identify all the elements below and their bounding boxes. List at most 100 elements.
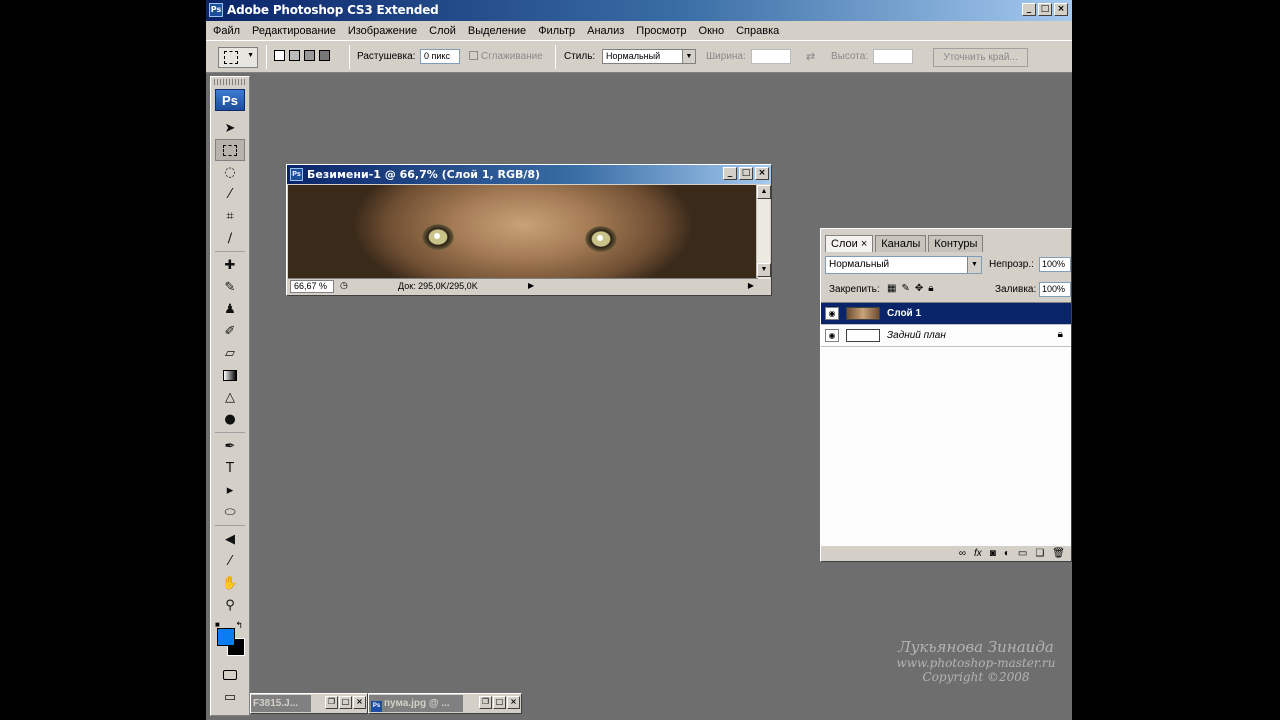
menu-analysis[interactable]: Анализ bbox=[587, 25, 624, 37]
doc-maximize-button[interactable]: □ bbox=[739, 167, 753, 180]
style-select[interactable]: Нормальный ▼ bbox=[602, 49, 696, 64]
gradient-tool-icon[interactable] bbox=[215, 364, 245, 386]
scroll-up-icon[interactable]: ▲ bbox=[757, 185, 771, 199]
menu-image[interactable]: Изображение bbox=[348, 25, 417, 37]
pen-tool-icon[interactable]: ✒ bbox=[215, 435, 245, 457]
lasso-tool-icon[interactable]: ◌ bbox=[215, 161, 245, 183]
zoom-field[interactable]: 66,67 % bbox=[290, 280, 334, 293]
zoom-tool-icon[interactable]: ⚲ bbox=[215, 594, 245, 616]
notes-tool-icon[interactable]: ◀ bbox=[215, 528, 245, 550]
scroll-down-icon[interactable]: ▼ bbox=[757, 263, 771, 277]
close-button[interactable]: × bbox=[353, 696, 366, 709]
foreground-color-swatch[interactable] bbox=[217, 628, 235, 646]
magic-wand-tool-icon[interactable]: ⁄ bbox=[215, 183, 245, 205]
scroll-right-icon[interactable]: ▶ bbox=[748, 281, 754, 290]
restore-button[interactable]: ❐ bbox=[479, 696, 492, 709]
restore-button[interactable]: ❐ bbox=[325, 696, 338, 709]
new-group-icon[interactable]: ▭ bbox=[1018, 548, 1027, 559]
lock-all-icon[interactable]: 🔒︎ bbox=[928, 283, 933, 294]
screen-mode-icon[interactable]: ▭ bbox=[215, 686, 245, 708]
toolbox-grip[interactable] bbox=[214, 79, 246, 85]
intersect-selection-icon[interactable] bbox=[319, 50, 330, 61]
document-canvas[interactable] bbox=[288, 185, 758, 279]
blend-mode-select[interactable]: Нормальный ▼ bbox=[825, 256, 982, 274]
status-icon[interactable]: ◷ bbox=[340, 280, 348, 291]
rect-marquee-tool-icon[interactable] bbox=[215, 139, 245, 161]
tab-paths[interactable]: Контуры bbox=[928, 235, 984, 252]
clone-stamp-tool-icon[interactable]: ♟ bbox=[215, 298, 245, 320]
path-selection-tool-icon[interactable]: ▸ bbox=[215, 479, 245, 501]
feather-input[interactable]: 0 пикс bbox=[420, 49, 460, 64]
eyedropper-tool-icon[interactable]: ⁄ bbox=[215, 550, 245, 572]
healing-brush-tool-icon[interactable]: ✚ bbox=[215, 254, 245, 276]
menu-filter[interactable]: Фильтр bbox=[538, 25, 575, 37]
menu-edit[interactable]: Редактирование bbox=[252, 25, 336, 37]
quick-mask-icon[interactable] bbox=[215, 664, 245, 686]
crop-tool-icon[interactable]: ⌗ bbox=[215, 205, 245, 227]
close-button[interactable]: × bbox=[507, 696, 520, 709]
scroll-track[interactable] bbox=[757, 199, 770, 263]
link-layers-icon[interactable]: ∞ bbox=[959, 548, 966, 559]
eraser-tool-icon[interactable]: ▱ bbox=[215, 342, 245, 364]
status-menu-arrow-icon[interactable]: ▶ bbox=[528, 281, 534, 290]
add-mask-icon[interactable]: ◙ bbox=[990, 548, 996, 559]
height-input[interactable] bbox=[873, 49, 913, 64]
tool-preset-picker[interactable]: ▼ bbox=[218, 47, 258, 68]
menu-window[interactable]: Окно bbox=[699, 25, 725, 37]
subtract-selection-icon[interactable] bbox=[304, 50, 315, 61]
swap-icon[interactable]: ⇄ bbox=[806, 50, 815, 63]
type-tool-icon[interactable]: T bbox=[215, 457, 245, 479]
doc-minimize-button[interactable]: _ bbox=[723, 167, 737, 180]
opacity-input[interactable]: 100% bbox=[1039, 257, 1071, 272]
document-titlebar[interactable]: Ps Безимени-1 @ 66,7% (Слой 1, RGB/8) _ … bbox=[287, 165, 771, 184]
doc-close-button[interactable]: × bbox=[755, 167, 769, 180]
trash-icon[interactable]: 🗑︎ bbox=[1052, 548, 1065, 559]
fx-icon[interactable]: fx bbox=[974, 548, 982, 559]
lock-position-icon[interactable]: ✥ bbox=[915, 283, 923, 294]
antialias-checkbox[interactable]: Сглаживание bbox=[469, 51, 543, 62]
width-input[interactable] bbox=[751, 49, 791, 64]
eye-icon[interactable]: ◉ bbox=[825, 329, 839, 342]
close-icon[interactable]: × bbox=[861, 238, 867, 250]
slice-tool-icon[interactable]: ∕ bbox=[215, 227, 245, 249]
lock-label: Закрепить: bbox=[829, 284, 880, 295]
refine-edge-button[interactable]: Уточнить край... bbox=[933, 48, 1028, 67]
maximize-button[interactable]: □ bbox=[1038, 3, 1052, 16]
hand-tool-icon[interactable]: ✋ bbox=[215, 572, 245, 594]
fill-input[interactable]: 100% bbox=[1039, 282, 1071, 297]
ps-app-icon[interactable]: Ps bbox=[209, 3, 223, 17]
blur-tool-icon[interactable]: △ bbox=[215, 386, 245, 408]
close-button[interactable]: × bbox=[1054, 3, 1068, 16]
document-vertical-scrollbar[interactable]: ▲ ▼ bbox=[756, 185, 771, 279]
ps-logo[interactable]: Ps bbox=[215, 89, 245, 111]
brush-tool-icon[interactable]: ✎ bbox=[215, 276, 245, 298]
minimized-window[interactable]: Ps пума.jpg @ ... ❐ □ × bbox=[368, 693, 522, 714]
menu-help[interactable]: Справка bbox=[736, 25, 779, 37]
menu-select[interactable]: Выделение bbox=[468, 25, 526, 37]
layer-row[interactable]: ◉ Слой 1 bbox=[821, 303, 1071, 325]
adjustment-layer-icon[interactable]: ◐ bbox=[1004, 548, 1010, 559]
menu-file[interactable]: Файл bbox=[213, 25, 240, 37]
history-brush-tool-icon[interactable]: ✐ bbox=[215, 320, 245, 342]
swap-colors-icon[interactable]: ↰ bbox=[235, 620, 243, 631]
shape-tool-icon[interactable]: ⬭ bbox=[215, 501, 245, 523]
menu-view[interactable]: Просмотр bbox=[636, 25, 686, 37]
maximize-button[interactable]: □ bbox=[493, 696, 506, 709]
document-window: Ps Безимени-1 @ 66,7% (Слой 1, RGB/8) _ … bbox=[286, 164, 772, 296]
layer-row[interactable]: ◉ Задний план 🔒︎ bbox=[821, 325, 1071, 347]
new-selection-icon[interactable] bbox=[274, 50, 285, 61]
new-layer-icon[interactable]: ❏ bbox=[1035, 548, 1044, 559]
minimize-button[interactable]: _ bbox=[1022, 3, 1036, 16]
watermark-author: Лукьянова Зинаида bbox=[898, 638, 1054, 656]
tab-layers[interactable]: Слои × bbox=[825, 235, 874, 252]
maximize-button[interactable]: □ bbox=[339, 696, 352, 709]
dodge-tool-icon[interactable]: ● bbox=[215, 408, 245, 430]
minimized-window[interactable]: F3815.J... ❐ □ × bbox=[250, 693, 368, 714]
tab-channels[interactable]: Каналы bbox=[875, 235, 927, 252]
menu-layer[interactable]: Слой bbox=[429, 25, 456, 37]
move-tool-icon[interactable]: ➤ bbox=[215, 117, 245, 139]
lock-transparent-icon[interactable]: ▦ bbox=[887, 283, 896, 294]
eye-icon[interactable]: ◉ bbox=[825, 307, 839, 320]
lock-pixels-icon[interactable]: ✎ bbox=[901, 283, 909, 294]
add-selection-icon[interactable] bbox=[289, 50, 300, 61]
